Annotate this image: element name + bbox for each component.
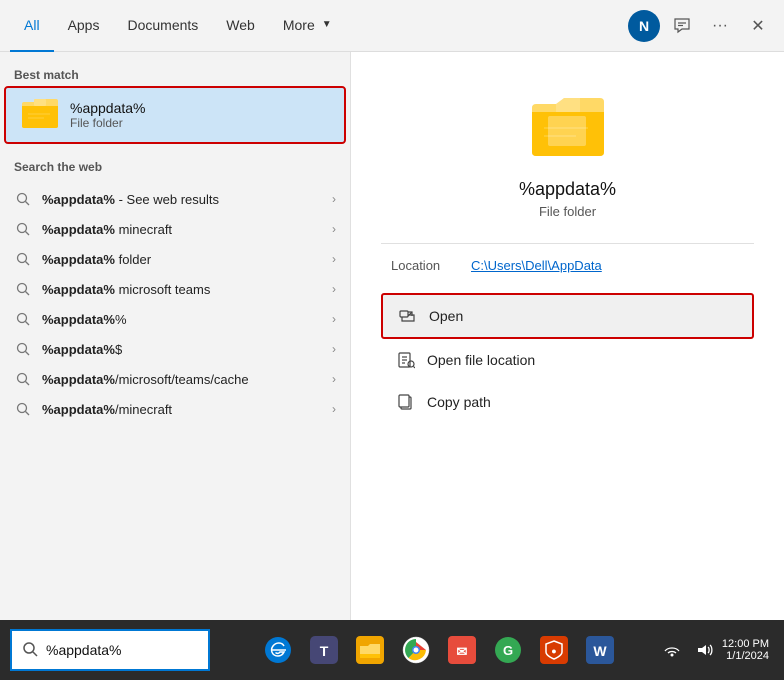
location-path[interactable]: C:\Users\Dell\AppData bbox=[471, 258, 602, 273]
file-location-icon bbox=[395, 349, 417, 371]
result-text-0: %appdata% - See web results bbox=[42, 192, 219, 207]
result-item-5[interactable]: %appdata%$ › bbox=[0, 334, 350, 364]
svg-text:T: T bbox=[320, 643, 329, 659]
result-item-0[interactable]: %appdata% - See web results › bbox=[0, 184, 350, 214]
location-label: Location bbox=[391, 258, 471, 273]
chevron-right-icon-1: › bbox=[332, 222, 336, 236]
svg-text:W: W bbox=[593, 643, 607, 659]
chevron-right-icon-0: › bbox=[332, 192, 336, 206]
taskbar-icon-teams[interactable]: T bbox=[302, 628, 346, 672]
tab-documents[interactable]: Documents bbox=[113, 0, 212, 52]
taskbar-icon-files[interactable] bbox=[348, 628, 392, 672]
taskbar-icon-mail[interactable]: ✉ bbox=[440, 628, 484, 672]
search-icon-2 bbox=[14, 250, 32, 268]
top-right-icons: N ··· ✕ bbox=[628, 10, 774, 42]
close-button[interactable]: ✕ bbox=[742, 10, 774, 42]
result-item-7[interactable]: %appdata%/minecraft › bbox=[0, 394, 350, 424]
folder-icon-small bbox=[20, 96, 60, 134]
result-text-1: %appdata% minecraft bbox=[42, 222, 172, 237]
result-item-4[interactable]: %appdata%% › bbox=[0, 304, 350, 334]
result-item-6[interactable]: %appdata%/microsoft/teams/cache › bbox=[0, 364, 350, 394]
search-icon-3 bbox=[14, 280, 32, 298]
folder-icon-large bbox=[528, 92, 608, 165]
avatar[interactable]: N bbox=[628, 10, 660, 42]
chevron-right-icon-6: › bbox=[332, 372, 336, 386]
location-row: Location C:\Users\Dell\AppData bbox=[381, 252, 754, 279]
taskbar-search-input[interactable] bbox=[46, 642, 198, 658]
chevron-down-icon: ▼ bbox=[322, 19, 332, 30]
chevron-right-icon-7: › bbox=[332, 402, 336, 416]
tray-icon-network[interactable] bbox=[658, 636, 686, 664]
chevron-right-icon-5: › bbox=[332, 342, 336, 356]
right-folder-name: %appdata% bbox=[519, 179, 616, 200]
action-file-location-label: Open file location bbox=[427, 352, 535, 368]
system-clock[interactable]: 12:00 PM 1/1/2024 bbox=[722, 638, 774, 662]
tray-icon-volume[interactable] bbox=[690, 636, 718, 664]
search-icon-6 bbox=[14, 370, 32, 388]
taskbar-icon-edge[interactable] bbox=[256, 628, 300, 672]
result-text-3: %appdata% microsoft teams bbox=[42, 282, 210, 297]
taskbar-icon-google[interactable]: G bbox=[486, 628, 530, 672]
result-item-3[interactable]: %appdata% microsoft teams › bbox=[0, 274, 350, 304]
open-icon bbox=[397, 305, 419, 327]
more-options-button[interactable]: ··· bbox=[704, 10, 736, 42]
best-match-item[interactable]: %appdata% File folder bbox=[4, 86, 346, 144]
taskbar-search-icon bbox=[22, 641, 38, 660]
search-icon-1 bbox=[14, 220, 32, 238]
action-open[interactable]: Open bbox=[381, 293, 754, 339]
best-match-subtitle: File folder bbox=[70, 116, 146, 130]
search-results-list: %appdata% - See web results › %appdata% … bbox=[0, 184, 350, 424]
search-icon-7 bbox=[14, 400, 32, 418]
search-icon-4 bbox=[14, 310, 32, 328]
left-panel: Best match %appdata% File folder Search … bbox=[0, 52, 350, 620]
tab-more[interactable]: More ▼ bbox=[269, 0, 346, 52]
result-text-6: %appdata%/microsoft/teams/cache bbox=[42, 372, 249, 387]
search-icon-5 bbox=[14, 340, 32, 358]
copy-icon bbox=[395, 391, 417, 413]
action-copy-path-label: Copy path bbox=[427, 394, 491, 410]
tab-apps[interactable]: Apps bbox=[54, 0, 114, 52]
best-match-title: %appdata% bbox=[70, 100, 146, 116]
nav-tabs: All Apps Documents Web More ▼ bbox=[10, 0, 628, 52]
tab-web[interactable]: Web bbox=[212, 0, 269, 52]
actions-list: Open Open file location bbox=[381, 293, 754, 423]
main-container: Best match %appdata% File folder Search … bbox=[0, 52, 784, 620]
right-panel: %appdata% File folder Location C:\Users\… bbox=[350, 52, 784, 620]
tab-all[interactable]: All bbox=[10, 0, 54, 52]
taskbar-icon-chrome[interactable] bbox=[394, 628, 438, 672]
result-item-1[interactable]: %appdata% minecraft › bbox=[0, 214, 350, 244]
taskbar-icon-shield[interactable]: ● bbox=[532, 628, 576, 672]
chevron-right-icon-3: › bbox=[332, 282, 336, 296]
feedback-button[interactable] bbox=[666, 10, 698, 42]
web-search-label: Search the web bbox=[0, 154, 350, 178]
result-text-7: %appdata%/minecraft bbox=[42, 402, 172, 417]
right-folder-type: File folder bbox=[539, 204, 596, 219]
action-copy-path[interactable]: Copy path bbox=[381, 381, 754, 423]
action-open-label: Open bbox=[429, 308, 463, 324]
taskbar: T ✉ bbox=[0, 620, 784, 680]
result-text-4: %appdata%% bbox=[42, 312, 127, 327]
svg-text:G: G bbox=[503, 643, 513, 658]
chevron-right-icon-2: › bbox=[332, 252, 336, 266]
action-file-location[interactable]: Open file location bbox=[381, 339, 754, 381]
taskbar-icon-word[interactable]: W bbox=[578, 628, 622, 672]
divider bbox=[381, 243, 754, 244]
system-tray: 12:00 PM 1/1/2024 bbox=[658, 636, 784, 664]
taskbar-search-box[interactable] bbox=[10, 629, 210, 671]
top-nav: All Apps Documents Web More ▼ N ··· bbox=[0, 0, 784, 52]
search-icon-0 bbox=[14, 190, 32, 208]
svg-text:✉: ✉ bbox=[457, 644, 468, 659]
svg-text:●: ● bbox=[551, 646, 556, 656]
best-match-label: Best match bbox=[0, 62, 350, 86]
taskbar-app-icons: T ✉ bbox=[220, 628, 658, 672]
result-text-5: %appdata%$ bbox=[42, 342, 122, 357]
result-text-2: %appdata% folder bbox=[42, 252, 151, 267]
result-item-2[interactable]: %appdata% folder › bbox=[0, 244, 350, 274]
chevron-right-icon-4: › bbox=[332, 312, 336, 326]
